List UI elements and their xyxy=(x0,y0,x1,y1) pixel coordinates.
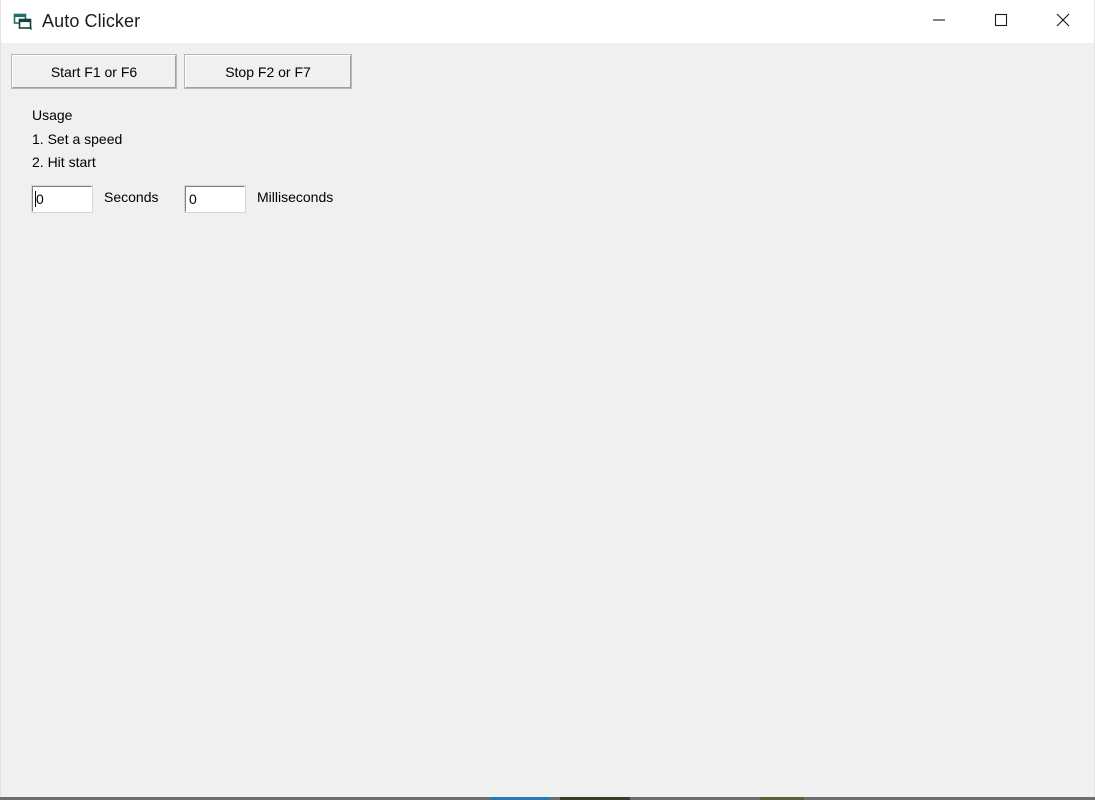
form-window-icon xyxy=(13,13,33,31)
seconds-input-value: 0 xyxy=(36,191,44,207)
seconds-input[interactable]: 0 xyxy=(31,185,93,213)
stop-button[interactable]: Stop F2 or F7 xyxy=(184,54,352,89)
close-button[interactable] xyxy=(1032,0,1094,43)
start-button[interactable]: Start F1 or F6 xyxy=(11,54,177,89)
usage-step-1: 1. Set a speed xyxy=(32,130,123,147)
milliseconds-label: Milliseconds xyxy=(257,189,334,205)
app-window: Auto Clicker Start F1 or F6 Stop F2 or F… xyxy=(0,0,1095,797)
usage-instructions: Usage 1. Set a speed 2. Hit start xyxy=(32,104,122,175)
usage-step-2: 2. Hit start xyxy=(32,154,96,170)
minimize-icon xyxy=(932,13,946,30)
maximize-icon xyxy=(994,13,1008,30)
client-area: Start F1 or F6 Stop F2 or F7 Usage 1. Se… xyxy=(1,43,1094,797)
milliseconds-input-value: 0 xyxy=(189,191,197,207)
maximize-button[interactable] xyxy=(970,0,1032,43)
seconds-label: Seconds xyxy=(104,189,159,205)
usage-heading: Usage xyxy=(32,107,73,123)
caption-button-group xyxy=(908,0,1094,43)
milliseconds-input[interactable]: 0 xyxy=(184,185,246,213)
window-title: Auto Clicker xyxy=(42,11,141,31)
title-bar-left-group: Auto Clicker xyxy=(13,0,140,43)
minimize-button[interactable] xyxy=(908,0,970,43)
title-bar[interactable]: Auto Clicker xyxy=(1,0,1094,43)
close-icon xyxy=(1055,12,1071,31)
